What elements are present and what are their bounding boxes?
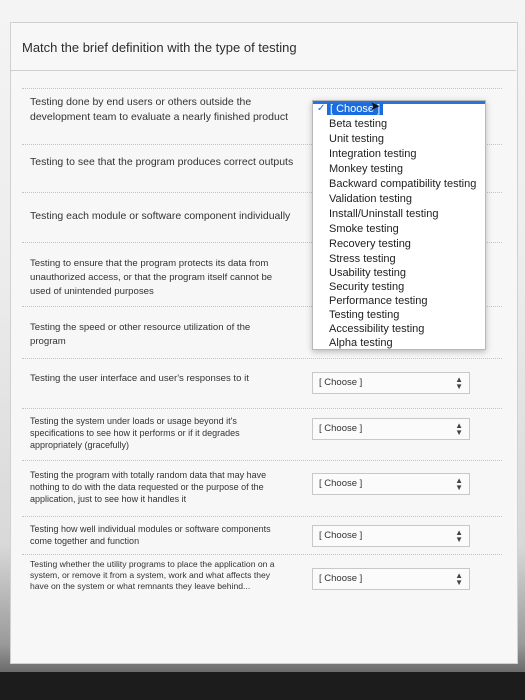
select-value: [ Choose ]	[319, 377, 363, 388]
select-arrows-icon: ▲ ▼	[455, 528, 463, 544]
dropdown-option[interactable]: Backward compatibility testing	[329, 178, 476, 190]
dropdown-option[interactable]: Monkey testing	[329, 163, 403, 175]
select-arrows-icon: ▲ ▼	[455, 476, 463, 492]
answer-select[interactable]: [ Choose ] ▲ ▼	[312, 525, 470, 547]
dropdown-option[interactable]: Install/Uninstall testing	[329, 208, 438, 220]
question-title: Match the brief definition with the type…	[22, 40, 297, 55]
row-prompt: Testing done by end users or others outs…	[30, 96, 288, 123]
dropdown-option[interactable]: Security testing	[329, 281, 404, 293]
row-prompt: Testing to see that the program produces…	[30, 156, 294, 168]
dropdown-option[interactable]: Beta testing	[329, 118, 387, 130]
row-prompt: Testing the user interface and user's re…	[30, 373, 249, 384]
dropdown-option[interactable]: Accessibility testing	[329, 323, 424, 335]
row-prompt: Testing to ensure that the program prote…	[30, 258, 273, 297]
select-dropdown-menu[interactable]: ✓ [ Choose ] Beta testing Unit testing I…	[312, 100, 486, 350]
dropdown-option[interactable]: Validation testing	[329, 193, 412, 205]
answer-select[interactable]: [ Choose ] ▲ ▼	[312, 418, 470, 440]
dropdown-option[interactable]: Unit testing	[329, 133, 384, 145]
select-value: [ Choose ]	[319, 573, 363, 584]
select-arrows-icon: ▲ ▼	[455, 571, 463, 587]
dropdown-option[interactable]: Stress testing	[329, 253, 396, 265]
row-prompt: Testing the speed or other resource util…	[30, 322, 251, 347]
row-prompt: Testing whether the utility programs to …	[30, 559, 275, 591]
dropdown-option[interactable]: Recovery testing	[329, 238, 411, 250]
row-prompt: Testing how well individual modules or s…	[30, 524, 271, 546]
bottom-dark-bezel	[0, 672, 525, 700]
dropdown-option[interactable]: Integration testing	[329, 148, 416, 160]
dropdown-option[interactable]: Usability testing	[329, 267, 406, 279]
title-divider	[10, 70, 516, 71]
select-arrows-icon: ▲ ▼	[455, 421, 463, 437]
select-value: [ Choose ]	[319, 478, 363, 489]
row-prompt: Testing the system under loads or usage …	[30, 416, 240, 450]
select-value: [ Choose ]	[319, 530, 363, 541]
dropdown-option[interactable]: Performance testing	[329, 295, 427, 307]
select-arrows-icon: ▲ ▼	[455, 375, 463, 391]
row-prompt: Testing each module or software componen…	[30, 210, 291, 222]
select-value: [ Choose ]	[319, 423, 363, 434]
answer-select[interactable]: [ Choose ] ▲ ▼	[312, 473, 470, 495]
dropdown-option[interactable]: Alpha testing	[329, 337, 393, 349]
dropdown-option[interactable]: Testing testing	[329, 309, 399, 321]
row-prompt: Testing the program with totally random …	[30, 470, 267, 504]
dropdown-option[interactable]: Smoke testing	[329, 223, 399, 235]
answer-select[interactable]: [ Choose ] ▲ ▼	[312, 372, 470, 394]
page-background: Match the brief definition with the type…	[0, 0, 525, 700]
mouse-pointer-icon: ➤	[370, 99, 381, 113]
checkmark-icon: ✓	[317, 103, 326, 114]
answer-select[interactable]: [ Choose ] ▲ ▼	[312, 568, 470, 590]
